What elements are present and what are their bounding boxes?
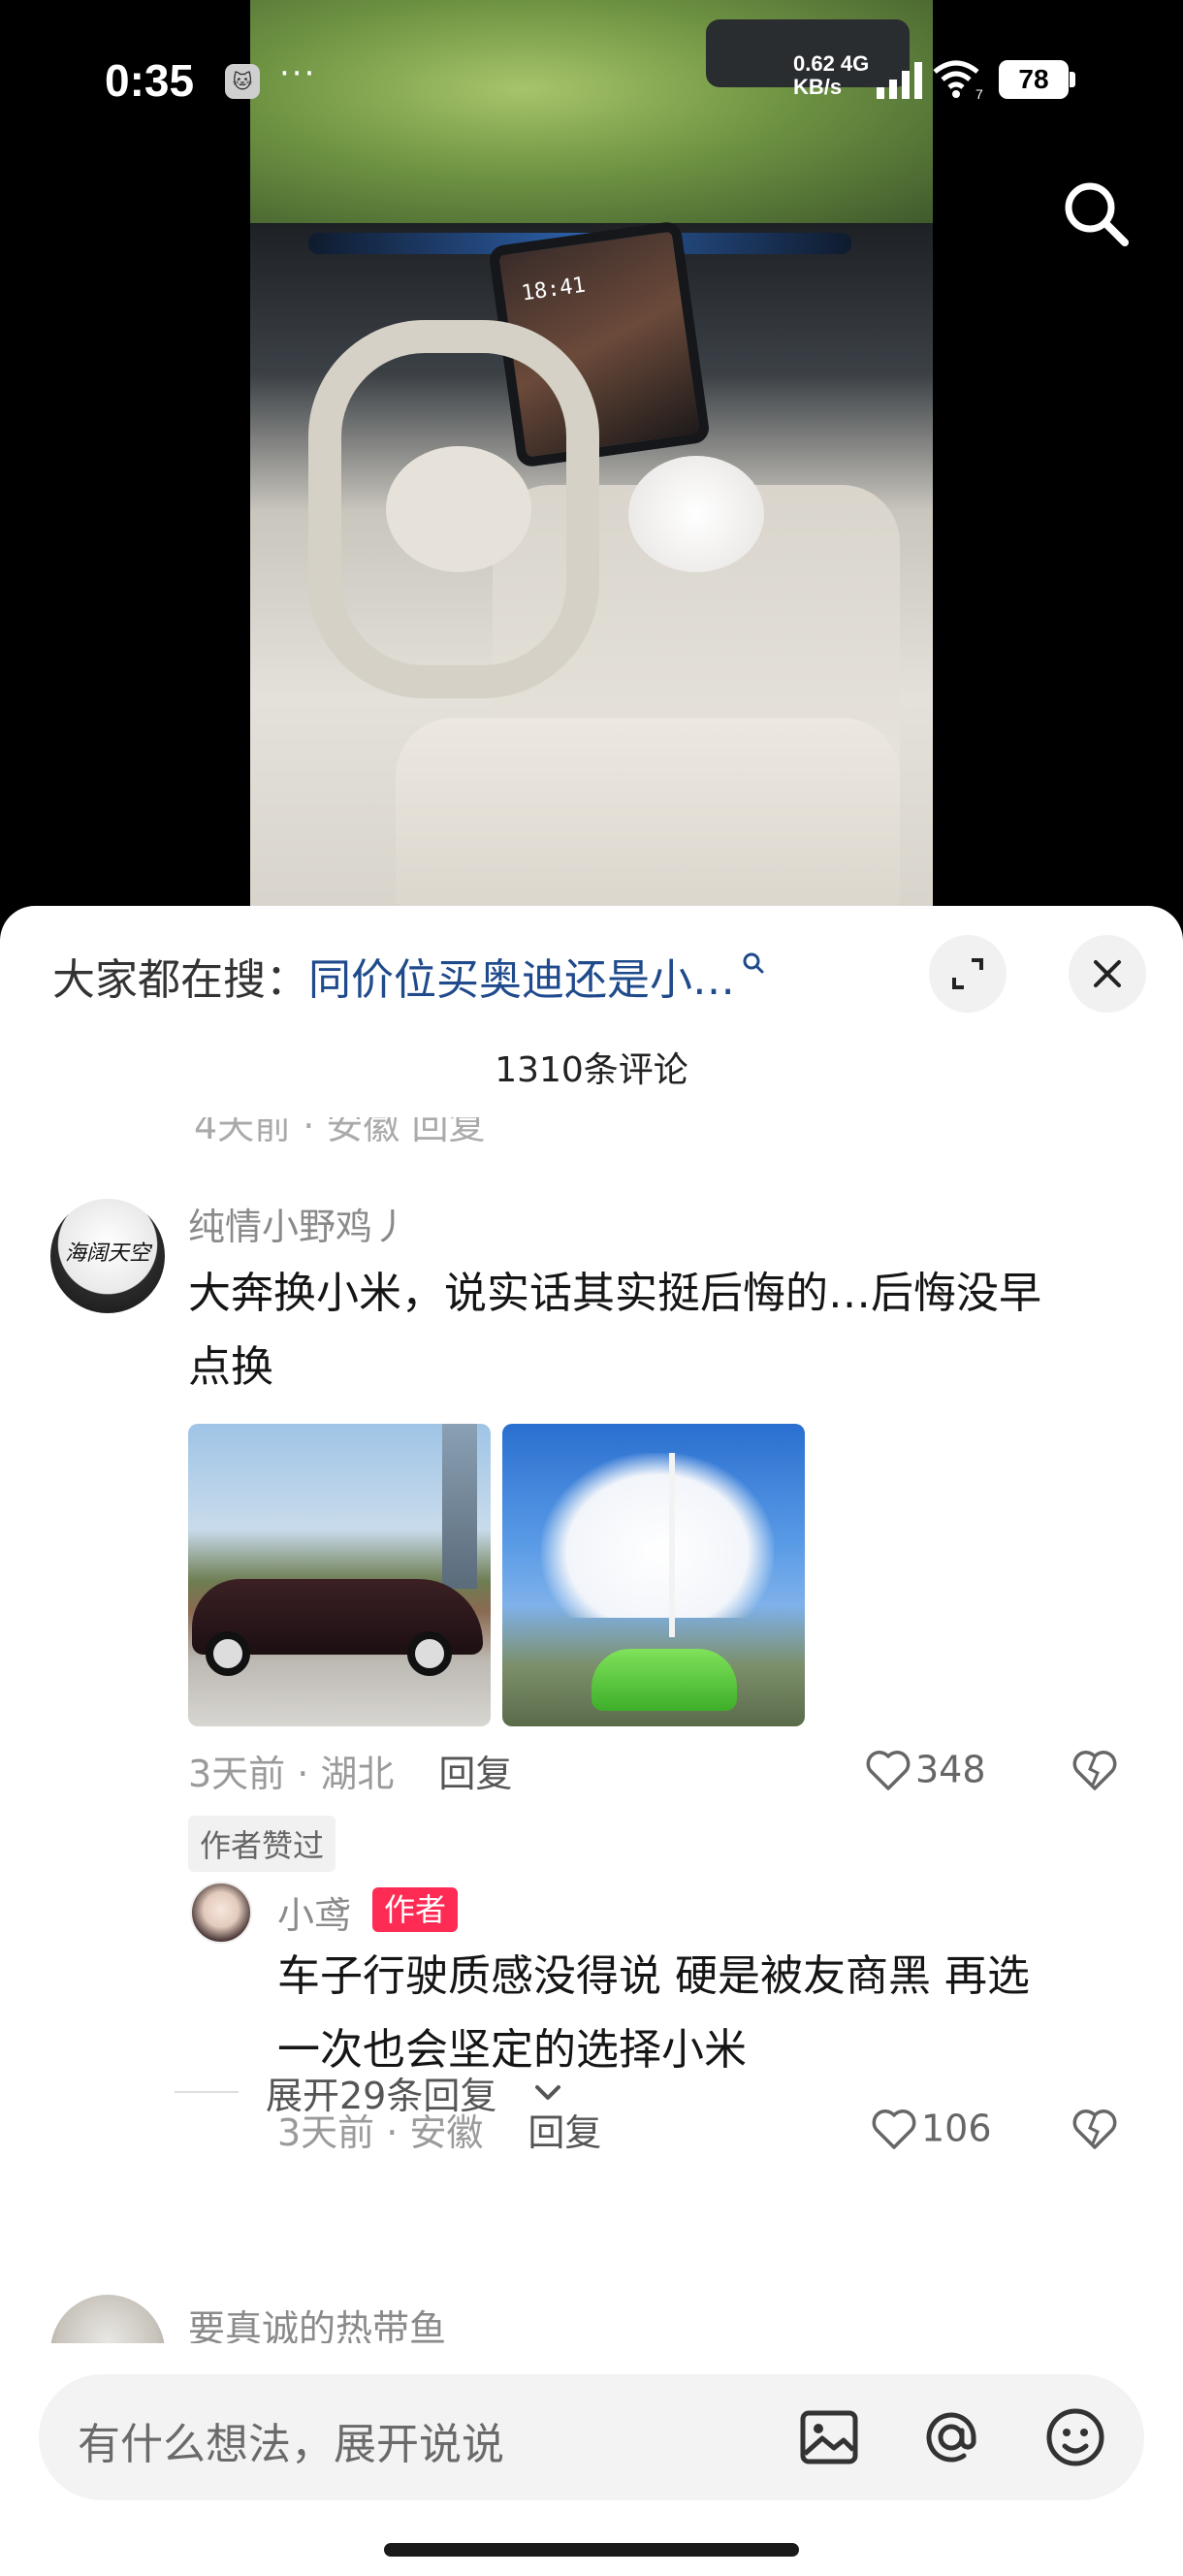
comment-count: 1310条评论 [495, 1050, 688, 1090]
home-indicator[interactable] [384, 2543, 799, 2557]
trending-search-query[interactable]: 同价位买奥迪还是小… [308, 955, 735, 1005]
heart-icon [872, 2109, 916, 2149]
expand-divider [175, 2091, 239, 2093]
app-notification-icon: 🐱 [225, 64, 260, 99]
comment-text-line-2: 点换 [188, 1342, 273, 1392]
image-wind-turbine [669, 1453, 675, 1637]
reply-reply-button[interactable]: 回复 [528, 2111, 601, 2154]
search-small-icon [743, 952, 764, 974]
wifi-icon: 7 [933, 60, 983, 101]
trending-search-prefix: 大家都在搜： [52, 955, 308, 1005]
battery-indicator: 78 [999, 60, 1069, 99]
broken-heart-icon[interactable] [1071, 2105, 1119, 2153]
comment-input[interactable]: 有什么想法，展开说说 [39, 2374, 1144, 2500]
like-button[interactable]: 348 [865, 1746, 986, 1794]
signal-icon [877, 62, 922, 99]
expand-button[interactable] [929, 935, 1007, 1013]
wifi-badge: 7 [975, 86, 983, 101]
heart-icon [866, 1750, 911, 1790]
screen-time: 18:41 [520, 273, 588, 306]
author-badge: 作者 [372, 1887, 459, 1932]
reply-like-button[interactable]: 106 [871, 2105, 992, 2153]
comment-input-placeholder: 有什么想法，展开说说 [78, 2420, 504, 2469]
avatar-text: 海阔天空 [64, 1241, 150, 1266]
author-liked-tag: 作者赞过 [188, 1816, 336, 1872]
plush-toy [628, 456, 764, 572]
comment-time-location: 3天前 · 湖北 [188, 1753, 395, 1795]
network-speed-value: 0.62 4G [793, 51, 870, 76]
image-building [442, 1424, 477, 1589]
image-car-green [592, 1649, 737, 1711]
previous-comment-meta: 4天前 · 安徽 回复 [194, 1117, 486, 1143]
reply-like-count: 106 [921, 2107, 992, 2150]
like-count: 348 [915, 1748, 986, 1791]
comment-meta: 3天前 · 湖北 回复 [188, 1744, 512, 1797]
search-icon[interactable] [1057, 175, 1135, 252]
image-car-wheel [206, 1631, 250, 1676]
image-car-wheel [407, 1631, 452, 1676]
steering-wheel-hub [386, 446, 531, 572]
previous-comment-cutoff: 4天前 · 安徽 回复 [194, 1117, 1125, 1143]
status-time: 0:35 [105, 55, 195, 106]
close-icon [1094, 960, 1121, 987]
chevron-down-icon[interactable] [529, 2074, 566, 2110]
comment-sheet: 大家都在搜：同价位买奥迪还是小… 1310条评论 4天前 · 安徽 回复 海阔天… [0, 906, 1183, 2576]
image-cloud [541, 1453, 774, 1618]
image-icon[interactable] [795, 2403, 863, 2471]
comment-image-2[interactable] [502, 1424, 805, 1726]
broken-heart-icon[interactable] [1071, 1746, 1119, 1794]
status-bar: 0:35 🐱 ··· 0.62 4G KB/s 7 78 [0, 0, 1183, 155]
trending-search[interactable]: 大家都在搜：同价位买奥迪还是小… [52, 945, 766, 1005]
emoji-icon[interactable] [1041, 2403, 1109, 2471]
reply-text-line-1: 车子行驶质感没得说 硬是被友商黑 再选 [277, 1951, 1030, 2001]
avatar[interactable]: 海阔天空 [50, 1199, 165, 1313]
expand-icon [952, 958, 983, 989]
network-speed: 0.62 4G KB/s [793, 52, 869, 99]
battery-nub [1070, 72, 1075, 87]
expand-replies-button[interactable]: 展开29条回复 [266, 2066, 496, 2119]
car-seat [396, 718, 900, 931]
reply-avatar[interactable] [190, 1882, 252, 1944]
more-notifications-dots: ··· [279, 54, 317, 93]
at-icon[interactable] [917, 2403, 985, 2471]
close-button[interactable] [1069, 935, 1146, 1013]
comment-username[interactable]: 纯情小野鸡丿 [188, 1197, 409, 1250]
network-speed-unit: KB/s [793, 75, 843, 99]
comment-image-1[interactable] [188, 1424, 491, 1726]
reply-button[interactable]: 回复 [438, 1753, 512, 1795]
reply-username[interactable]: 小鸢 [277, 1885, 351, 1939]
comment-text-line-1: 大奔换小米，说实话其实挺后悔的…后悔没早 [188, 1269, 1041, 1318]
